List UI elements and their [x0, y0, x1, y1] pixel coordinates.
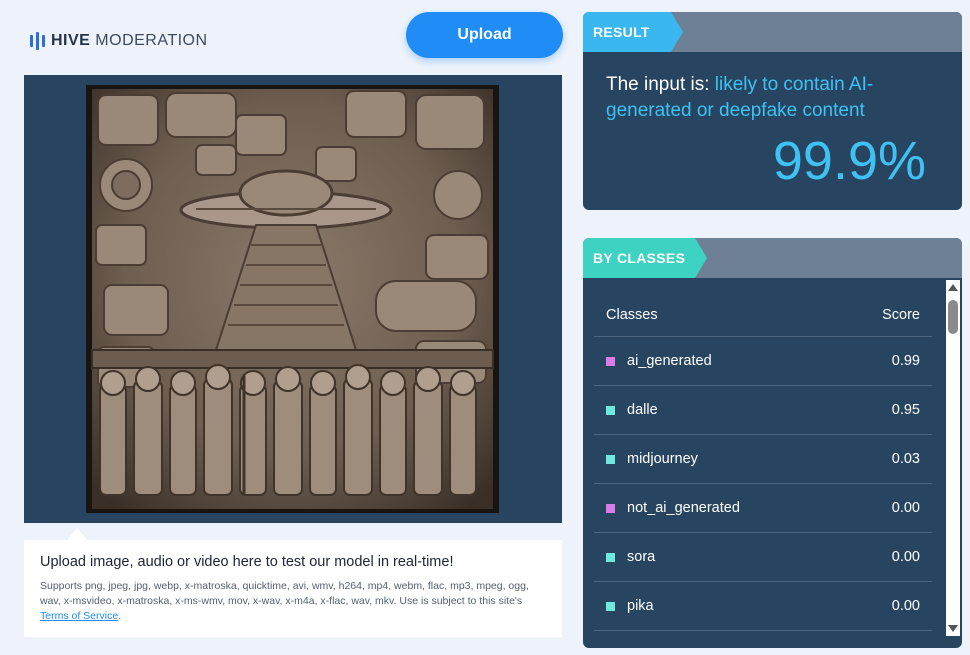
- table-row: not_ai_generated 0.00: [594, 484, 932, 533]
- classes-table-body: ai_generated 0.99 dalle 0.95 midjourney …: [594, 337, 932, 631]
- preview-pointer: [67, 528, 87, 540]
- class-score: 0.03: [891, 451, 920, 467]
- class-name: not_ai_generated: [627, 500, 740, 516]
- result-score: 99.9%: [772, 131, 926, 191]
- class-score: 0.00: [891, 549, 920, 565]
- column-score: Score: [882, 306, 920, 323]
- result-header: RESULT: [583, 12, 962, 52]
- classes-scrollbar[interactable]: [946, 280, 960, 636]
- image-preview-panel: [24, 75, 562, 523]
- classes-tag: BY CLASSES: [583, 238, 707, 278]
- upload-info-box: Upload image, audio or video here to tes…: [24, 540, 562, 637]
- table-row: pika 0.00: [594, 582, 932, 631]
- result-card: RESULT The input is: likely to contain A…: [583, 12, 962, 210]
- class-color-swatch: [606, 503, 615, 513]
- class-score: 0.95: [891, 402, 920, 418]
- uploaded-image: [86, 85, 499, 513]
- table-row: sora 0.00: [594, 533, 932, 582]
- terms-of-service-link[interactable]: Terms of Service: [40, 610, 118, 622]
- classes-table-header: Classes Score: [594, 293, 932, 337]
- classes-header: BY CLASSES: [583, 238, 962, 278]
- table-row: dalle 0.95: [594, 386, 932, 435]
- result-text: The input is: likely to contain AI-gener…: [606, 74, 874, 121]
- class-score: 0.99: [891, 353, 920, 369]
- result-tag: RESULT: [583, 12, 683, 52]
- classes-card: BY CLASSES Classes Score ai_generated 0.…: [583, 238, 962, 648]
- scroll-down-arrow-icon[interactable]: [948, 625, 958, 632]
- class-score: 0.00: [891, 598, 920, 614]
- class-color-swatch: [606, 552, 615, 562]
- column-classes: Classes: [606, 306, 658, 323]
- class-name: dalle: [627, 402, 658, 418]
- scroll-up-arrow-icon[interactable]: [948, 284, 958, 291]
- scroll-thumb[interactable]: [948, 300, 958, 334]
- class-color-swatch: [606, 454, 615, 464]
- supported-formats-text: Supports png, jpeg, jpg, webp, x-matrosk…: [40, 580, 529, 622]
- upload-button[interactable]: Upload: [406, 12, 563, 58]
- hive-logo[interactable]: HIVE MODERATION: [30, 31, 208, 51]
- table-row: midjourney 0.03: [594, 435, 932, 484]
- upload-instructions-title: Upload image, audio or video here to tes…: [40, 554, 454, 570]
- class-name: ai_generated: [627, 353, 712, 369]
- class-color-swatch: [606, 356, 615, 366]
- table-row: ai_generated 0.99: [594, 337, 932, 386]
- class-color-swatch: [606, 601, 615, 611]
- class-name: pika: [627, 598, 654, 614]
- class-name: sora: [627, 549, 656, 565]
- class-name: midjourney: [627, 451, 698, 467]
- logo-wordmark: HIVE MODERATION: [51, 32, 208, 49]
- hive-logo-icon: [30, 32, 45, 50]
- class-score: 0.00: [891, 500, 920, 516]
- class-color-swatch: [606, 405, 615, 415]
